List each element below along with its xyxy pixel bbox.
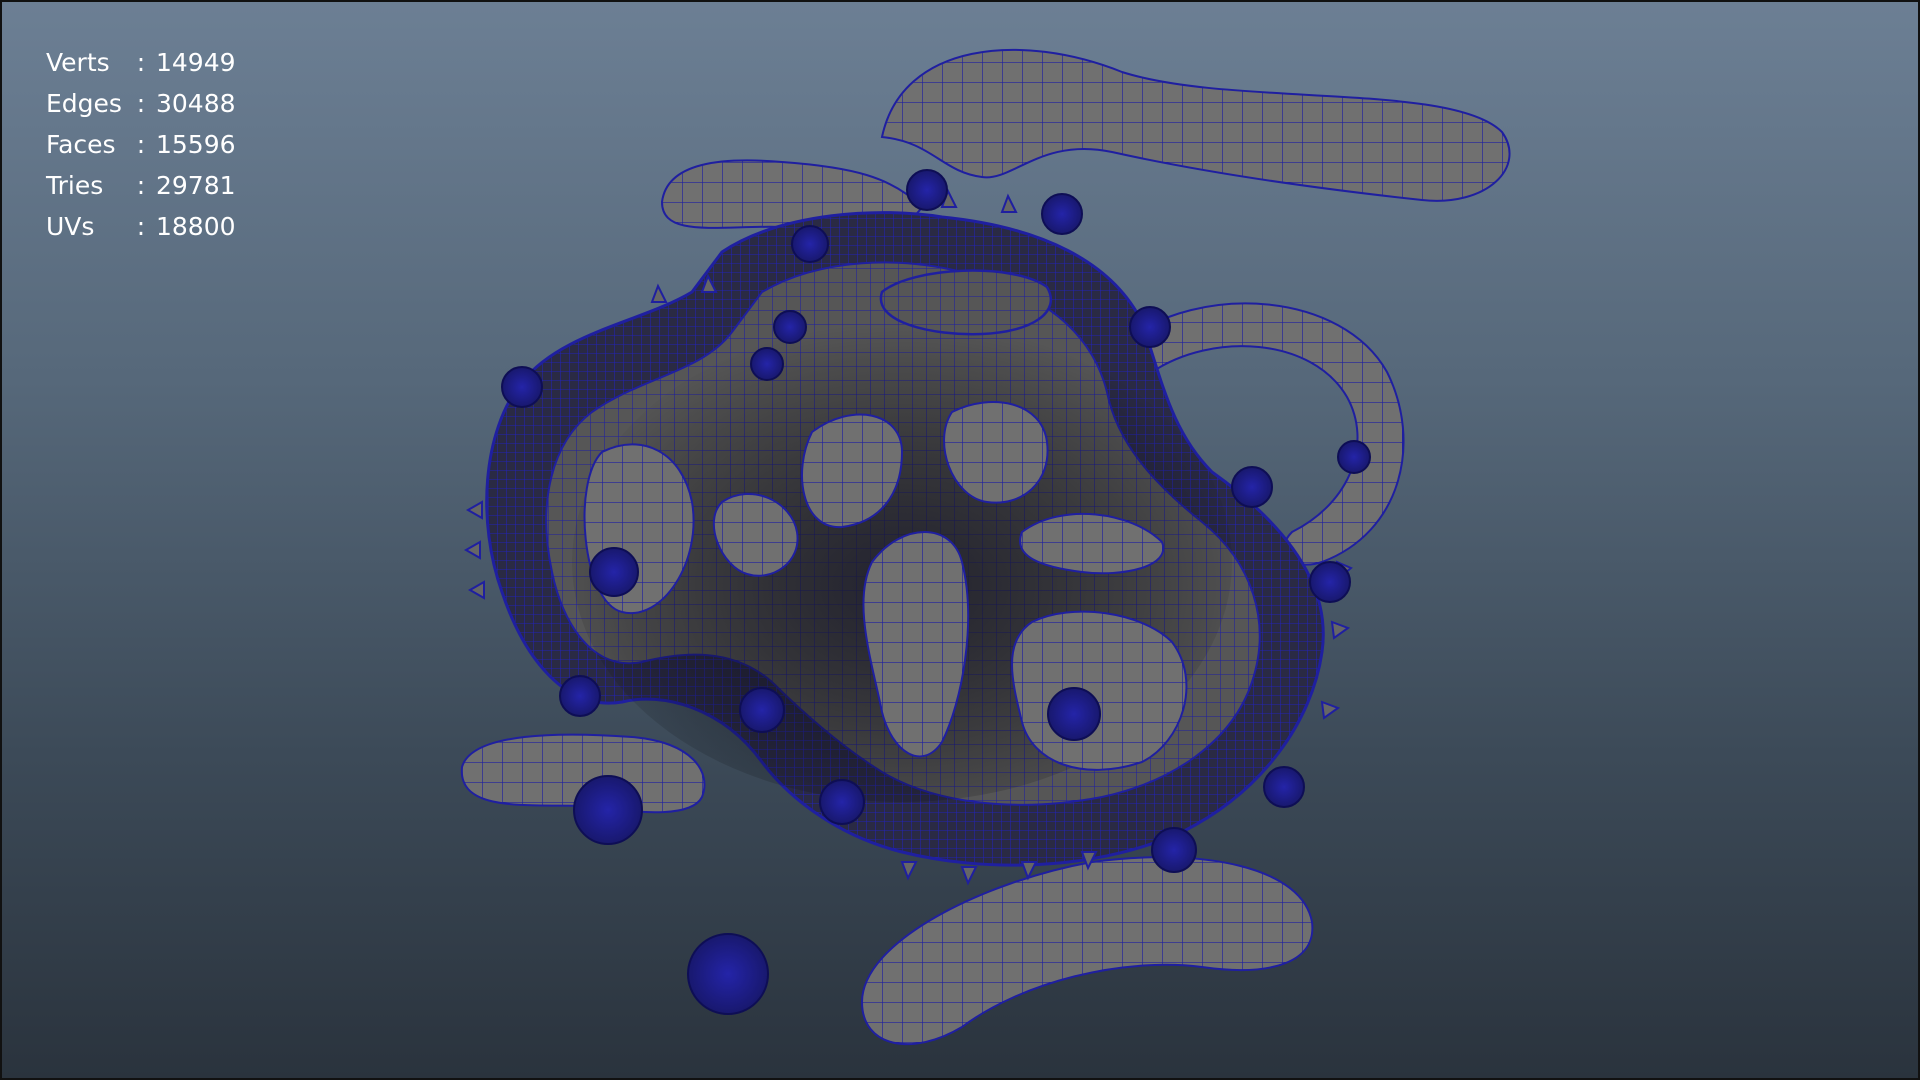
wireframe-mesh[interactable] — [2, 2, 1920, 1080]
hud-row-edges: Edges : 30488 — [46, 83, 246, 124]
hud-label: Faces — [46, 130, 116, 159]
hud-value: 18800 — [156, 212, 236, 241]
inner-lump — [1011, 610, 1188, 771]
hud-row-tries: Tries : 29781 — [46, 165, 246, 206]
tube-bottom — [860, 856, 1314, 1046]
hud-separator: : — [136, 171, 146, 200]
hud-row-verts: Verts : 14949 — [46, 42, 246, 83]
hud-label: Verts — [46, 48, 110, 77]
hud-value: 29781 — [156, 171, 236, 200]
hud-label: Edges — [46, 89, 122, 118]
inner-ring — [879, 269, 1053, 336]
hud-separator: : — [136, 89, 146, 118]
hud-row-uvs: UVs : 18800 — [46, 206, 246, 247]
hud-label: UVs — [46, 212, 95, 241]
hud-separator: : — [136, 212, 146, 241]
hud-label: Tries — [46, 171, 104, 200]
hud-separator: : — [136, 130, 146, 159]
hud-separator: : — [136, 48, 146, 77]
tube-top-right — [880, 48, 1511, 202]
3d-viewport[interactable]: Verts : 14949 Edges : 30488 Faces : 1559… — [0, 0, 1920, 1080]
hud-value: 14949 — [156, 48, 236, 77]
hud-value: 30488 — [156, 89, 236, 118]
hud-value: 15596 — [156, 130, 236, 159]
poly-count-hud: Verts : 14949 Edges : 30488 Faces : 1559… — [46, 42, 246, 247]
hud-row-faces: Faces : 15596 — [46, 124, 246, 165]
